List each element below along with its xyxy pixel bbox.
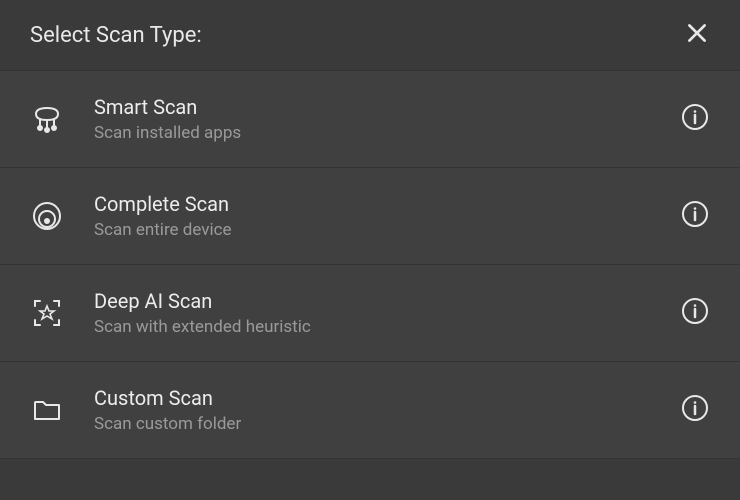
complete-scan-icon [30, 199, 64, 233]
scan-option-deep-ai[interactable]: Deep AI Scan Scan with extended heuristi… [0, 264, 740, 361]
info-icon [680, 102, 710, 136]
custom-scan-icon [30, 393, 64, 427]
scan-option-smart[interactable]: Smart Scan Scan installed apps [0, 70, 740, 167]
info-button[interactable] [680, 201, 710, 231]
info-button[interactable] [680, 395, 710, 425]
scan-option-title: Complete Scan [94, 192, 680, 216]
scan-option-subtitle: Scan with extended heuristic [94, 317, 680, 337]
scan-option-subtitle: Scan entire device [94, 220, 680, 240]
scan-option-subtitle: Scan custom folder [94, 414, 680, 434]
info-button[interactable] [680, 298, 710, 328]
close-icon [684, 20, 710, 50]
scan-option-title: Custom Scan [94, 386, 680, 410]
scan-option-text: Smart Scan Scan installed apps [94, 95, 680, 143]
scan-option-complete[interactable]: Complete Scan Scan entire device [0, 167, 740, 264]
scan-option-title: Smart Scan [94, 95, 680, 119]
info-icon [680, 199, 710, 233]
scan-option-text: Deep AI Scan Scan with extended heuristi… [94, 289, 680, 337]
scan-option-text: Custom Scan Scan custom folder [94, 386, 680, 434]
info-icon [680, 393, 710, 427]
modal-header: Select Scan Type: [0, 0, 740, 70]
scan-option-title: Deep AI Scan [94, 289, 680, 313]
scan-option-custom[interactable]: Custom Scan Scan custom folder [0, 361, 740, 459]
info-button[interactable] [680, 104, 710, 134]
smart-scan-icon [30, 102, 64, 136]
scan-option-text: Complete Scan Scan entire device [94, 192, 680, 240]
scan-type-list: Smart Scan Scan installed apps Complete … [0, 70, 740, 459]
info-icon [680, 296, 710, 330]
scan-option-subtitle: Scan installed apps [94, 123, 680, 143]
modal-title: Select Scan Type: [30, 23, 202, 48]
close-button[interactable] [684, 20, 710, 50]
deep-ai-scan-icon [30, 296, 64, 330]
